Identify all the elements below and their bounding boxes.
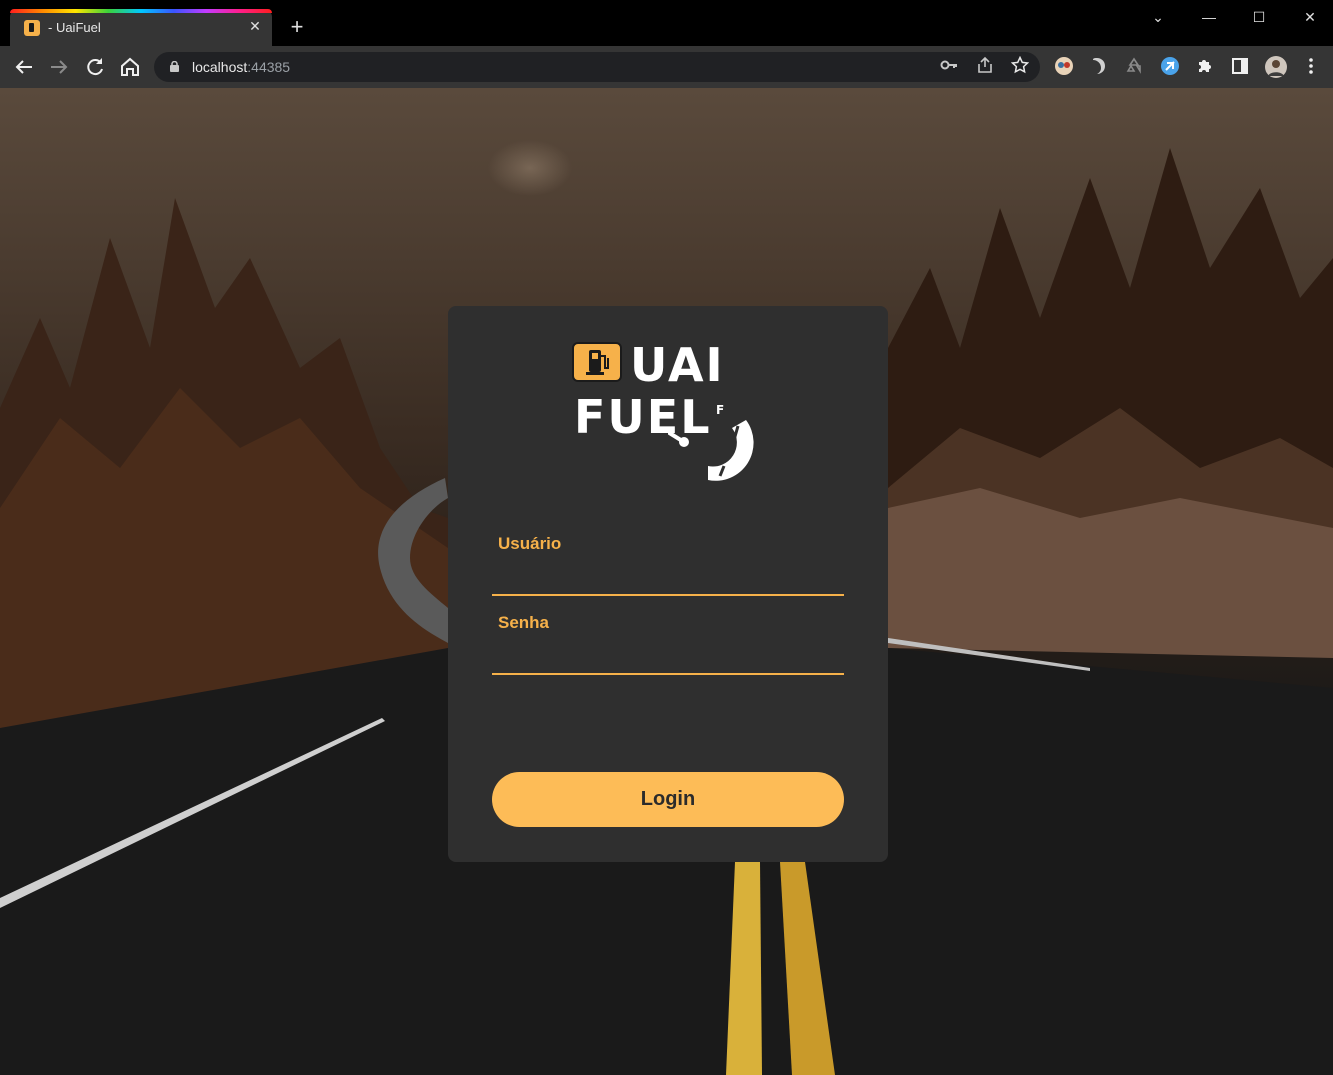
browser-menu-icon[interactable] (1300, 56, 1322, 78)
extension-blue-icon[interactable] (1159, 56, 1181, 78)
reload-button[interactable] (83, 55, 107, 79)
key-glyph (940, 60, 957, 70)
tab-favicon-icon (24, 20, 40, 36)
tab-highlight-bar (10, 9, 272, 13)
owl-glyph (1055, 57, 1073, 75)
url-port: :44385 (247, 59, 291, 75)
browser-toolbar: localhost:44385 (0, 46, 1333, 88)
fuel-pump-glyph (586, 350, 609, 375)
tab-close-icon[interactable]: ✕ (246, 17, 264, 35)
tab-search-icon[interactable]: ⌄ (1141, 6, 1175, 28)
address-bar[interactable]: localhost:44385 (154, 52, 1040, 82)
extensions-puzzle-icon[interactable] (1194, 56, 1216, 78)
lock-icon[interactable] (170, 61, 179, 72)
uaifuel-logo: UAI FUEL F E (568, 336, 768, 486)
fuel-pump-icon (572, 342, 622, 382)
dark-glyph (1093, 58, 1105, 74)
url-text[interactable]: localhost:44385 (192, 59, 290, 75)
extension-dark-reader-icon[interactable] (1088, 56, 1110, 78)
fuel-gauge-icon: F E (668, 403, 754, 481)
forward-button[interactable] (47, 55, 71, 79)
login-button[interactable]: Login (492, 772, 844, 827)
bookmark-star-icon[interactable] (1009, 55, 1031, 78)
url-host: localhost (192, 59, 248, 75)
puzzle-glyph (1199, 60, 1211, 72)
avatar-glyph (1265, 56, 1287, 78)
key-icon[interactable] (938, 56, 960, 78)
recycle-glyph (1126, 57, 1141, 74)
side-panel-glyph (1232, 58, 1248, 74)
home-icon (121, 57, 139, 76)
profile-avatar[interactable] (1265, 56, 1287, 78)
login-card: UAI FUEL F E Usuário Senha Login (448, 306, 888, 862)
password-label: Senha (498, 613, 550, 632)
password-input[interactable] (492, 645, 844, 675)
home-button[interactable] (118, 55, 142, 79)
forward-arrow-icon (51, 60, 68, 74)
browser-titlebar: - UaiFuel ✕ + ⌄ — ☐ ✕ (0, 0, 1333, 46)
page-viewport: UAI FUEL F E Usuário Senha Login (0, 88, 1333, 1075)
minimize-button[interactable]: — (1192, 6, 1226, 28)
gauge-full-label: F (716, 403, 724, 417)
blue-glyph (1161, 57, 1179, 75)
logo-text-line1: UAI (630, 338, 725, 392)
extension-recycle-icon[interactable] (1123, 56, 1145, 78)
username-input[interactable] (492, 566, 844, 596)
share-icon[interactable] (974, 56, 996, 78)
back-button[interactable] (12, 55, 36, 79)
new-tab-button[interactable]: + (286, 16, 308, 38)
extension-owl-icon[interactable] (1053, 56, 1075, 78)
maximize-button[interactable]: ☐ (1242, 6, 1276, 28)
star-glyph (1010, 55, 1030, 74)
username-label: Usuário (498, 534, 562, 553)
reload-icon (87, 58, 103, 76)
kebab-glyph (1309, 58, 1313, 74)
tab-title: - UaiFuel (48, 20, 101, 35)
close-window-button[interactable]: ✕ (1293, 6, 1327, 28)
back-arrow-icon (15, 60, 32, 74)
share-glyph (978, 56, 992, 73)
side-panel-icon[interactable] (1229, 56, 1251, 78)
